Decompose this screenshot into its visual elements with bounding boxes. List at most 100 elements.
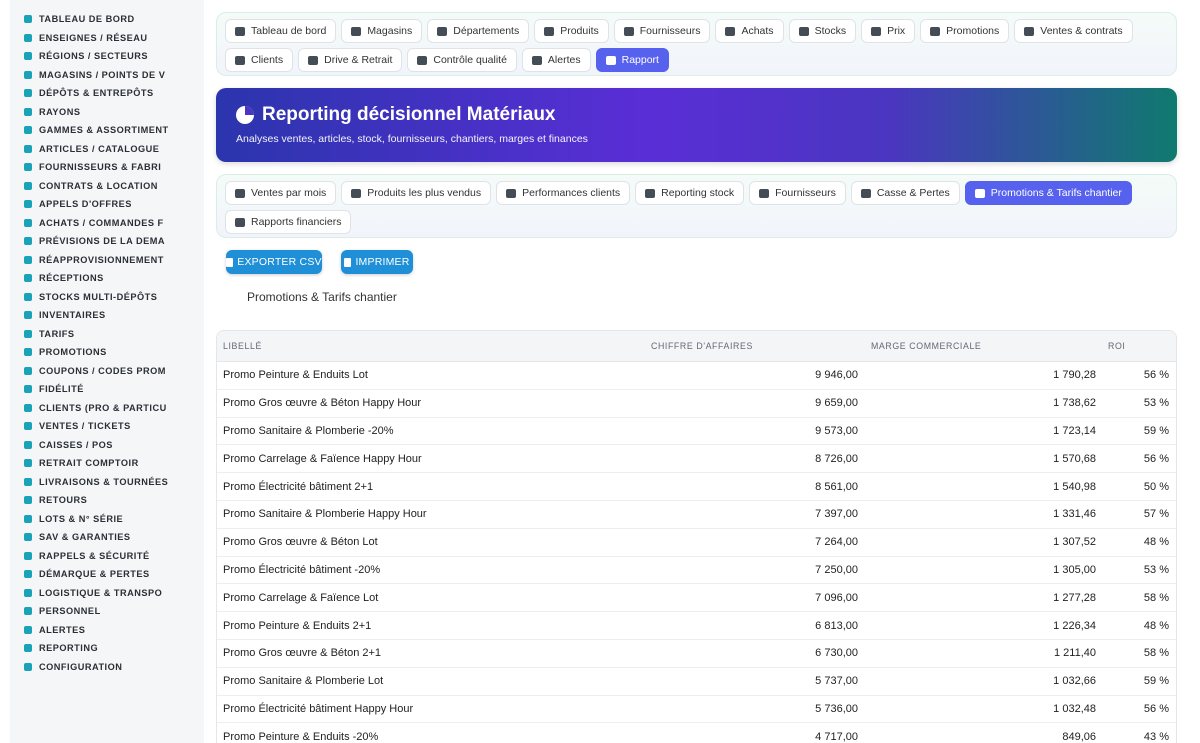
header-roi[interactable]: ROI xyxy=(1108,341,1125,351)
topnav-tab[interactable]: Tableau de bord xyxy=(225,19,337,43)
sidebar-item[interactable]: DÉMARQUE & PERTES xyxy=(10,565,204,584)
header-marge-commerciale[interactable]: MARGE COMMERCIALE xyxy=(871,341,981,351)
topnav-tab-label: Départements xyxy=(453,25,520,37)
sidebar-item[interactable]: TABLEAU DE BORD xyxy=(10,10,204,29)
report-tab[interactable]: Reporting stock xyxy=(635,181,745,205)
table-row[interactable]: Promo Peinture & Enduits -20% 4 717,00 849… xyxy=(217,723,1176,743)
sidebar-item[interactable]: PRÉVISIONS DE LA DEMA xyxy=(10,232,204,251)
flag-icon xyxy=(23,33,33,43)
cell-marge: 1 211,40 xyxy=(1053,647,1096,660)
topnav-tab[interactable]: Achats xyxy=(715,19,784,43)
sidebar-item[interactable]: ALERTES xyxy=(10,621,204,640)
sidebar-item[interactable]: RETOURS xyxy=(10,491,204,510)
sidebar-item[interactable]: CAISSES / POS xyxy=(10,436,204,455)
table-row[interactable]: Promo Sanitaire & Plomberie Lot 5 737,00 1… xyxy=(217,668,1176,696)
sidebar-item-label: RAPPELS & SÉCURITÉ xyxy=(39,550,150,561)
cell-chiffre-affaires: 8 561,00 xyxy=(815,480,858,493)
sidebar-item[interactable]: CONTRATS & LOCATION xyxy=(10,177,204,196)
sidebar-item-label: PRÉVISIONS DE LA DEMA xyxy=(39,236,166,247)
table-row[interactable]: Promo Gros œuvre & Béton Lot 7 264,00 1 30… xyxy=(217,529,1176,557)
report-tab[interactable]: Rapports financiers xyxy=(225,210,352,234)
topnav-tab[interactable]: Ventes & contrats xyxy=(1014,19,1133,43)
table-row[interactable]: Promo Carrelage & Faïence Happy Hour 8 72… xyxy=(217,445,1176,474)
cart-icon xyxy=(725,26,736,36)
sidebar-item[interactable]: PROMOTIONS xyxy=(10,343,204,362)
sidebar-item[interactable]: RAYONS xyxy=(10,103,204,122)
header-chiffre-affaires[interactable]: CHIFFRE D'AFFAIRES xyxy=(651,341,753,351)
sidebar-item[interactable]: DÉPÔTS & ENTREPÔTS xyxy=(10,84,204,103)
table-row[interactable]: Promo Carrelage & Faïence Lot 7 096,00 1 2… xyxy=(217,584,1176,613)
sidebar-item-label: TARIFS xyxy=(39,328,75,339)
sidebar-item[interactable]: LOTS & N° SÉRIE xyxy=(10,510,204,529)
sidebar-item[interactable]: ARTICLES / CATALOGUE xyxy=(10,140,204,159)
topnav-tab[interactable]: Promotions xyxy=(920,19,1010,43)
cell-marge: 1 331,46 xyxy=(1053,508,1096,521)
sidebar-item[interactable]: FIDÉLITÉ xyxy=(10,380,204,399)
sidebar-item[interactable]: LOGISTIQUE & TRANSPO xyxy=(10,584,204,603)
topnav-tab[interactable]: Magasins xyxy=(341,19,423,43)
topnav-tab[interactable]: Contrôle qualité xyxy=(407,48,517,72)
table-row[interactable]: Promo Peinture & Enduits Lot 9 946,00 1 79… xyxy=(217,362,1176,390)
table-row[interactable]: Promo Sanitaire & Plomberie Happy Hour 7 … xyxy=(217,501,1176,529)
report-tab[interactable]: Casse & Pertes xyxy=(850,181,960,205)
sidebar-item[interactable]: INVENTAIRES xyxy=(10,306,204,325)
table-row[interactable]: Promo Gros œuvre & Béton Happy Hour 9 659… xyxy=(217,390,1176,418)
export-csv-button[interactable]: EXPORTER CSV xyxy=(226,250,322,274)
sidebar-item-label: LOGISTIQUE & TRANSPO xyxy=(39,587,163,598)
sidebar-item[interactable]: LIVRAISONS & TOURNÉES xyxy=(10,473,204,492)
topnav-tab[interactable]: Rapport xyxy=(595,48,669,72)
table-row[interactable]: Promo Peinture & Enduits 2+1 6 813,00 1 22… xyxy=(217,612,1176,640)
cell-chiffre-affaires: 6 813,00 xyxy=(815,619,858,632)
table-row[interactable]: Promo Gros œuvre & Béton 2+1 6 730,00 1 21… xyxy=(217,640,1176,668)
report-tab[interactable]: Promotions & Tarifs chantier xyxy=(964,181,1132,205)
sidebar-item[interactable]: REPORTING xyxy=(10,639,204,658)
topnav-tab[interactable]: Fournisseurs xyxy=(613,19,711,43)
gavel-icon xyxy=(23,199,33,209)
sidebar-item[interactable]: ACHATS / COMMANDES F xyxy=(10,214,204,233)
sidebar-item[interactable]: RÉAPPROVISIONNEMENT xyxy=(10,251,204,270)
print-button[interactable]: IMPRIMER xyxy=(341,250,413,274)
sidebar-item[interactable]: APPELS D'OFFRES xyxy=(10,195,204,214)
sidebar-item[interactable]: CLIENTS (PRO & PARTICU xyxy=(10,399,204,418)
table-row[interactable]: Promo Électricité bâtiment 2+1 8 561,00 1 … xyxy=(217,473,1176,501)
sidebar-item[interactable]: CONFIGURATION xyxy=(10,658,204,677)
topnav-tab[interactable]: Alertes xyxy=(521,48,591,72)
sidebar-item[interactable]: ENSEIGNES / RÉSEAU xyxy=(10,29,204,48)
table-row[interactable]: Promo Sanitaire & Plomberie -20% 9 573,00… xyxy=(217,418,1176,446)
sidebar-item[interactable]: VENTES / TICKETS xyxy=(10,417,204,436)
report-tab[interactable]: Produits les plus vendus xyxy=(341,181,492,205)
sidebar-item[interactable]: RÉGIONS / SECTEURS xyxy=(10,47,204,66)
sidebar-item[interactable]: TARIFS xyxy=(10,325,204,344)
topnav-tab[interactable]: Départements xyxy=(427,19,530,43)
report-tab[interactable]: Fournisseurs xyxy=(749,181,846,205)
barcode-icon xyxy=(23,514,33,524)
table-row-content: Promo Gros œuvre & Béton 2+1 6 730,00 1 21… xyxy=(217,640,1176,667)
cell-libelle: Promo Carrelage & Faïence Happy Hour xyxy=(223,452,422,465)
report-tab[interactable]: Performances clients xyxy=(496,181,631,205)
topnav-tab[interactable]: Drive & Retrait xyxy=(298,48,403,72)
sidebar-item[interactable]: COUPONS / CODES PROM xyxy=(10,362,204,381)
report-tab[interactable]: Ventes par mois xyxy=(225,181,337,205)
sidebar-item[interactable]: STOCKS MULTI-DÉPÔTS xyxy=(10,288,204,307)
trash-icon xyxy=(23,569,33,579)
sidebar-item[interactable]: SAV & GARANTIES xyxy=(10,528,204,547)
topnav-tab[interactable]: Clients xyxy=(225,48,294,72)
report-tabs: Ventes par mois Produits les plus vendus P… xyxy=(216,174,1177,238)
sidebar-item[interactable]: GAMMES & ASSORTIMENT xyxy=(10,121,204,140)
sidebar-item[interactable]: RÉCEPTIONS xyxy=(10,269,204,288)
cell-libelle: Promo Gros œuvre & Béton Lot xyxy=(223,536,378,549)
sidebar-item[interactable]: PERSONNEL xyxy=(10,602,204,621)
table-row[interactable]: Promo Électricité bâtiment -20% 7 250,00 1… xyxy=(217,557,1176,585)
sidebar-item[interactable]: FOURNISSEURS & FABRI xyxy=(10,158,204,177)
topnav-tab[interactable]: Prix xyxy=(861,19,916,43)
sidebar-item[interactable]: RETRAIT COMPTOIR xyxy=(10,454,204,473)
sidebar-item[interactable]: MAGASINS / POINTS DE V xyxy=(10,66,204,85)
undo-icon xyxy=(23,495,33,505)
cell-libelle: Promo Électricité bâtiment 2+1 xyxy=(223,480,374,493)
coins-icon xyxy=(235,217,245,227)
header-libelle[interactable]: LIBELLÉ xyxy=(223,341,262,351)
table-row[interactable]: Promo Électricité bâtiment Happy Hour 5 7… xyxy=(217,696,1176,724)
topnav-tab[interactable]: Produits xyxy=(534,19,609,43)
sidebar-item[interactable]: RAPPELS & SÉCURITÉ xyxy=(10,547,204,566)
topnav-tab[interactable]: Stocks xyxy=(788,19,857,43)
